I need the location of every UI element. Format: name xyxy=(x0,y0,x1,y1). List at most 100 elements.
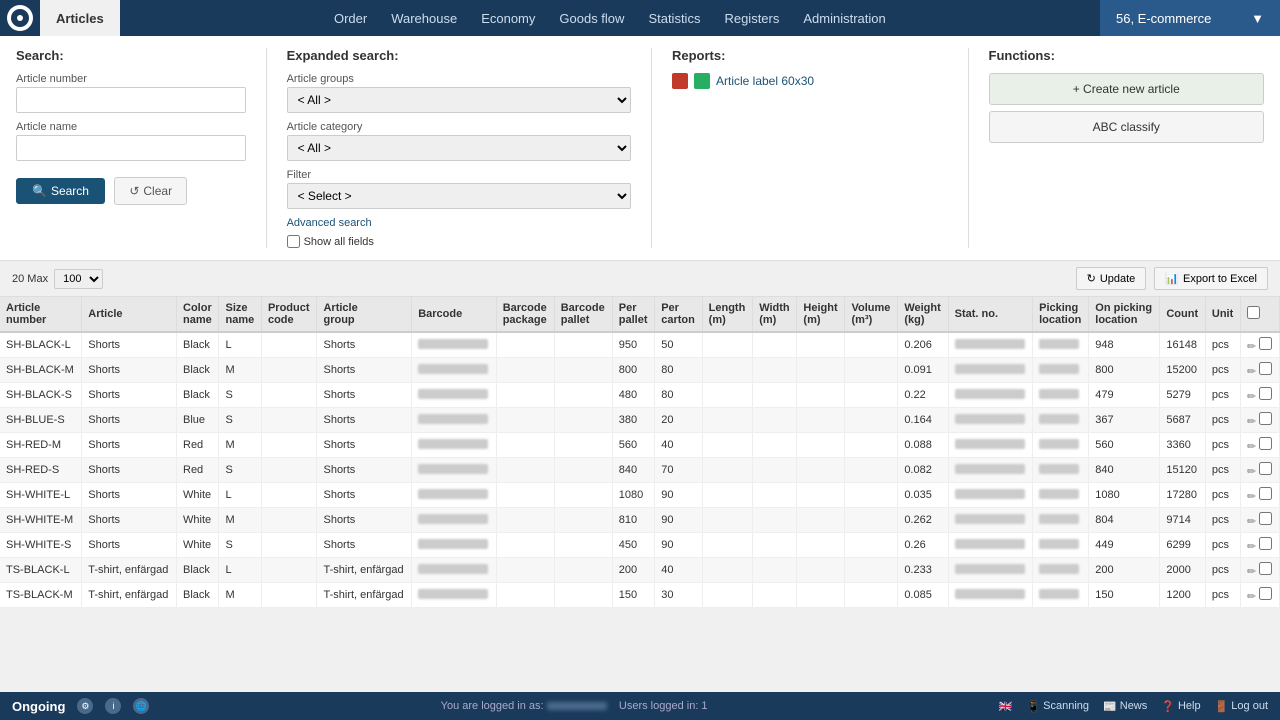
nav-warehouse[interactable]: Warehouse xyxy=(391,11,457,26)
cell-height xyxy=(797,508,845,533)
bottom-bar-left: Ongoing ⚙ i 🌐 xyxy=(12,698,149,714)
nav-statistics[interactable]: Statistics xyxy=(648,11,700,26)
cell-product-code xyxy=(261,383,317,408)
edit-icon[interactable]: ✏ xyxy=(1247,516,1256,528)
nav-economy[interactable]: Economy xyxy=(481,11,535,26)
article-name-input[interactable] xyxy=(16,135,246,161)
row-checkbox[interactable] xyxy=(1259,587,1272,600)
article-number-input[interactable] xyxy=(16,87,246,113)
row-checkbox[interactable] xyxy=(1259,437,1272,450)
cell-article-group: Shorts xyxy=(317,332,412,358)
clear-button[interactable]: ↺ Clear xyxy=(114,177,187,205)
edit-icon[interactable]: ✏ xyxy=(1247,416,1256,428)
article-groups-group: Article groups < All > xyxy=(287,73,631,113)
cell-length xyxy=(702,508,753,533)
max-select[interactable]: 100 xyxy=(54,269,103,289)
cell-picking-location xyxy=(1033,458,1089,483)
cell-per-pallet: 150 xyxy=(612,583,654,608)
news-link[interactable]: 📰 News xyxy=(1103,700,1147,713)
cell-weight: 0.085 xyxy=(898,583,948,608)
cell-count: 16148 xyxy=(1160,332,1206,358)
row-checkbox[interactable] xyxy=(1259,562,1272,575)
col-width: Width(m) xyxy=(753,297,797,332)
cell-product-code xyxy=(261,433,317,458)
cell-height xyxy=(797,458,845,483)
edit-icon[interactable]: ✏ xyxy=(1247,441,1256,453)
update-button[interactable]: ↻ Update xyxy=(1076,267,1147,290)
cell-volume xyxy=(845,483,898,508)
nav-goodsflow[interactable]: Goods flow xyxy=(559,11,624,26)
cell-article-group: Shorts xyxy=(317,358,412,383)
cell-count: 9714 xyxy=(1160,508,1206,533)
info-icon[interactable]: i xyxy=(105,698,121,714)
cell-article-number: SH-BLACK-M xyxy=(0,358,82,383)
create-article-button[interactable]: + Create new article xyxy=(989,73,1265,105)
nav-registers[interactable]: Registers xyxy=(724,11,779,26)
edit-icon[interactable]: ✏ xyxy=(1247,466,1256,478)
cell-barcode xyxy=(412,332,496,358)
cell-on-picking-location: 948 xyxy=(1089,332,1160,358)
logout-link[interactable]: 🚪 Log out xyxy=(1215,700,1268,713)
article-label-report[interactable]: Article label 60x30 xyxy=(672,73,948,89)
settings-icon[interactable]: ⚙ xyxy=(77,698,93,714)
cell-product-code xyxy=(261,358,317,383)
cell-actions: ✏ xyxy=(1240,383,1279,408)
cell-size: L xyxy=(219,332,261,358)
edit-icon[interactable]: ✏ xyxy=(1247,566,1256,578)
help-link[interactable]: ❓ Help xyxy=(1161,700,1200,713)
select-all-checkbox[interactable] xyxy=(1247,306,1260,319)
cell-length xyxy=(702,583,753,608)
edit-icon[interactable]: ✏ xyxy=(1247,366,1256,378)
abc-classify-button[interactable]: ABC classify xyxy=(989,111,1265,143)
search-button[interactable]: 🔍 Search xyxy=(16,178,105,204)
cell-height xyxy=(797,408,845,433)
store-selector[interactable]: 56, E-commerce ▼ xyxy=(1100,0,1280,36)
flag-icon: 🇬🇧 xyxy=(999,700,1013,713)
cell-per-pallet: 480 xyxy=(612,383,654,408)
cell-per-carton: 50 xyxy=(655,332,702,358)
edit-icon[interactable]: ✏ xyxy=(1247,491,1256,503)
cell-barcode-pallet xyxy=(554,458,612,483)
cell-article: Shorts xyxy=(82,533,177,558)
row-checkbox[interactable] xyxy=(1259,362,1272,375)
cell-color: White xyxy=(177,533,219,558)
table-toolbar: 20 Max 100 ↻ Update 📊 Export to Excel xyxy=(0,261,1280,297)
row-checkbox[interactable] xyxy=(1259,487,1272,500)
article-category-select[interactable]: < All > xyxy=(287,135,631,161)
edit-icon[interactable]: ✏ xyxy=(1247,591,1256,603)
cell-width xyxy=(753,558,797,583)
nav-administration[interactable]: Administration xyxy=(803,11,885,26)
cell-stat-no xyxy=(948,533,1032,558)
row-checkbox[interactable] xyxy=(1259,387,1272,400)
export-button[interactable]: 📊 Export to Excel xyxy=(1154,267,1268,290)
edit-icon[interactable]: ✏ xyxy=(1247,391,1256,403)
advanced-search-link[interactable]: Advanced search xyxy=(287,217,631,229)
row-checkbox[interactable] xyxy=(1259,537,1272,550)
article-groups-select[interactable]: < All > xyxy=(287,87,631,113)
cell-unit: pcs xyxy=(1205,358,1240,383)
row-checkbox[interactable] xyxy=(1259,462,1272,475)
row-checkbox[interactable] xyxy=(1259,512,1272,525)
cell-barcode-package xyxy=(496,358,554,383)
tab-articles[interactable]: Articles xyxy=(40,0,120,36)
table-row: SH-WHITE-S Shorts White S Shorts 450 90 … xyxy=(0,533,1280,558)
scanning-link[interactable]: 📱 Scanning xyxy=(1026,700,1089,713)
cell-actions: ✏ xyxy=(1240,408,1279,433)
max-label: 20 Max xyxy=(12,273,48,285)
edit-icon[interactable]: ✏ xyxy=(1247,541,1256,553)
cell-picking-location xyxy=(1033,332,1089,358)
globe-icon[interactable]: 🌐 xyxy=(133,698,149,714)
row-checkbox[interactable] xyxy=(1259,412,1272,425)
filter-select[interactable]: < Select > xyxy=(287,183,631,209)
news-icon: 📰 xyxy=(1103,700,1117,713)
row-checkbox[interactable] xyxy=(1259,337,1272,350)
cell-per-carton: 80 xyxy=(655,383,702,408)
show-all-fields-checkbox[interactable] xyxy=(287,235,300,248)
table-row: SH-WHITE-L Shorts White L Shorts 1080 90… xyxy=(0,483,1280,508)
cell-per-carton: 90 xyxy=(655,533,702,558)
nav-order[interactable]: Order xyxy=(334,11,367,26)
cell-article-group: Shorts xyxy=(317,483,412,508)
edit-icon[interactable]: ✏ xyxy=(1247,341,1256,353)
filter-group: Filter < Select > xyxy=(287,169,631,209)
cell-per-carton: 20 xyxy=(655,408,702,433)
